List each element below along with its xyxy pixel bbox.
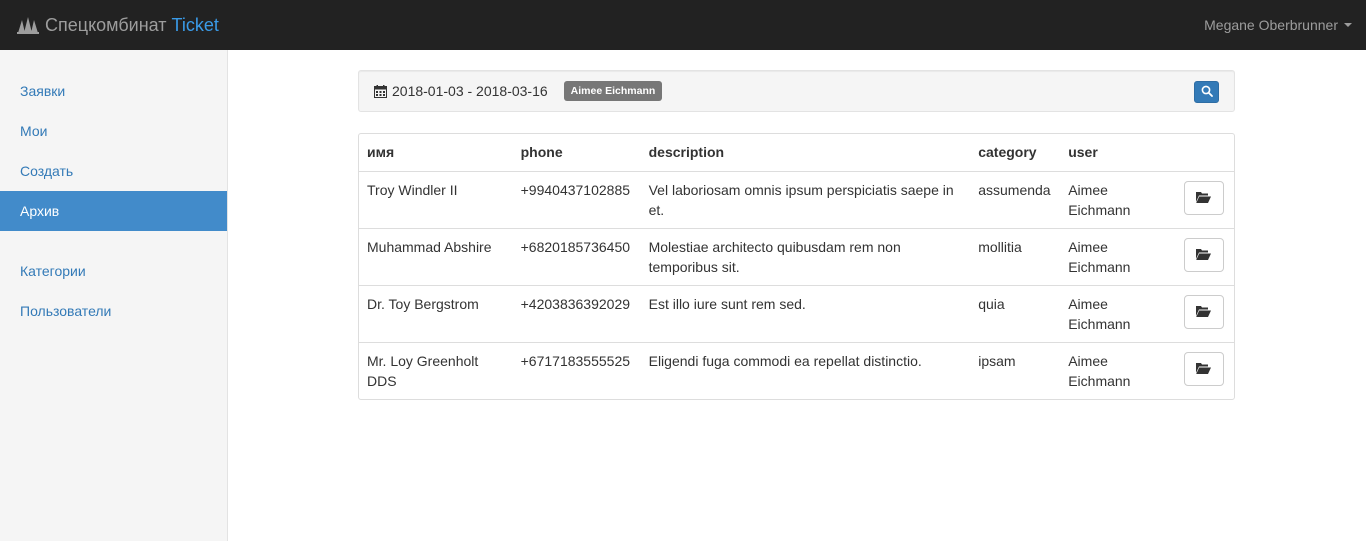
cell-user: Aimee Eichmann bbox=[1060, 227, 1176, 285]
cell-description: Est illo iure sunt rem sed. bbox=[640, 284, 971, 342]
sidebar-item-requests[interactable]: Заявки bbox=[0, 71, 227, 111]
sidebar-item-create[interactable]: Создать bbox=[0, 151, 227, 191]
table-row: Dr. Toy Bergstrom +4203836392029 Est ill… bbox=[359, 284, 1234, 342]
brand-name: Спецкомбинат bbox=[45, 14, 167, 35]
user-name: Megane Oberbrunner bbox=[1204, 17, 1338, 33]
folder-open-icon bbox=[1196, 302, 1212, 322]
cell-description: Vel laboriosam omnis ipsum perspiciatis … bbox=[648, 181, 954, 218]
folder-open-icon bbox=[1196, 245, 1212, 265]
table-header-row: имя phone description category user bbox=[359, 134, 1234, 172]
cell-name: Dr. Toy Bergstrom bbox=[359, 284, 513, 342]
column-header-user: user bbox=[1060, 134, 1176, 172]
cell-name: Muhammad Abshire bbox=[359, 227, 513, 285]
cell-actions bbox=[1175, 227, 1234, 285]
brand-accent: Ticket bbox=[171, 14, 219, 35]
cell-category: mollitia bbox=[970, 227, 1061, 285]
column-header-category: category bbox=[970, 134, 1061, 172]
sidebar-item-archive[interactable]: Архив bbox=[0, 191, 227, 231]
open-ticket-button[interactable] bbox=[1183, 237, 1224, 272]
sidebar-divider bbox=[0, 231, 227, 251]
table-row: Muhammad Abshire +6820185736450 Molestia… bbox=[359, 227, 1234, 285]
calendar-icon bbox=[374, 84, 387, 98]
cell-description: Eligendi fuga commodi ea repellat distin… bbox=[640, 341, 971, 399]
cell-name: Troy Windler II bbox=[367, 181, 458, 198]
table-row: Mr. Loy Greenholt DDS +6717183555525 Eli… bbox=[359, 341, 1234, 399]
user-menu[interactable]: Megane Oberbrunner bbox=[1204, 17, 1352, 33]
cell-actions bbox=[1175, 341, 1234, 399]
column-header-phone: phone bbox=[512, 134, 641, 172]
cell-user: Aimee Eichmann bbox=[1068, 181, 1131, 218]
cell-category: assumenda bbox=[978, 181, 1051, 198]
archive-table-panel: имя phone description category user Troy… bbox=[358, 133, 1235, 400]
folder-open-icon bbox=[1196, 188, 1212, 208]
cell-description: Molestiae architecto quibusdam rem non t… bbox=[640, 227, 971, 285]
filter-bar: 2018-01-03 - 2018-03-16 Aimee Eichmann bbox=[358, 70, 1235, 112]
cell-user: Aimee Eichmann bbox=[1060, 341, 1176, 399]
cell-phone: +6717183555525 bbox=[512, 341, 641, 399]
archive-table: имя phone description category user Troy… bbox=[359, 134, 1234, 399]
search-button[interactable] bbox=[1194, 81, 1219, 103]
search-icon bbox=[1201, 84, 1213, 100]
cell-name: Mr. Loy Greenholt DDS bbox=[359, 341, 513, 399]
cell-phone: +9940437102885 bbox=[520, 181, 631, 198]
cell-user: Aimee Eichmann bbox=[1060, 284, 1176, 342]
table-row: Troy Windler II +9940437102885 Vel labor… bbox=[359, 171, 1234, 228]
sidebar: Заявки Мои Создать Архив Категории Польз… bbox=[0, 50, 228, 541]
folder-open-icon bbox=[1196, 359, 1212, 379]
column-header-description: description bbox=[640, 134, 971, 172]
date-range[interactable]: 2018-01-03 - 2018-03-16 bbox=[392, 83, 548, 99]
building-icon bbox=[17, 16, 39, 34]
cell-phone: +4203836392029 bbox=[512, 284, 641, 342]
brand[interactable]: Спецкомбинат Ticket bbox=[17, 15, 219, 36]
cell-category: ipsam bbox=[970, 341, 1061, 399]
cell-category: quia bbox=[970, 284, 1061, 342]
sidebar-item-users[interactable]: Пользователи bbox=[0, 291, 227, 331]
open-ticket-button[interactable] bbox=[1183, 294, 1224, 329]
user-filter-badge[interactable]: Aimee Eichmann bbox=[563, 81, 663, 101]
cell-actions bbox=[1176, 171, 1234, 228]
open-ticket-button[interactable] bbox=[1183, 180, 1224, 215]
column-header-name: имя bbox=[359, 134, 513, 172]
sidebar-item-mine[interactable]: Мои bbox=[0, 111, 227, 151]
column-header-actions bbox=[1175, 134, 1234, 172]
main-content: 2018-01-03 - 2018-03-16 Aimee Eichmann и… bbox=[358, 70, 1235, 400]
cell-actions bbox=[1175, 284, 1234, 342]
open-ticket-button[interactable] bbox=[1183, 351, 1224, 386]
sidebar-item-categories[interactable]: Категории bbox=[0, 251, 227, 291]
top-navbar: Спецкомбинат Ticket Megane Oberbrunner bbox=[0, 0, 1366, 50]
cell-phone: +6820185736450 bbox=[512, 227, 641, 285]
caret-down-icon bbox=[1344, 23, 1352, 27]
